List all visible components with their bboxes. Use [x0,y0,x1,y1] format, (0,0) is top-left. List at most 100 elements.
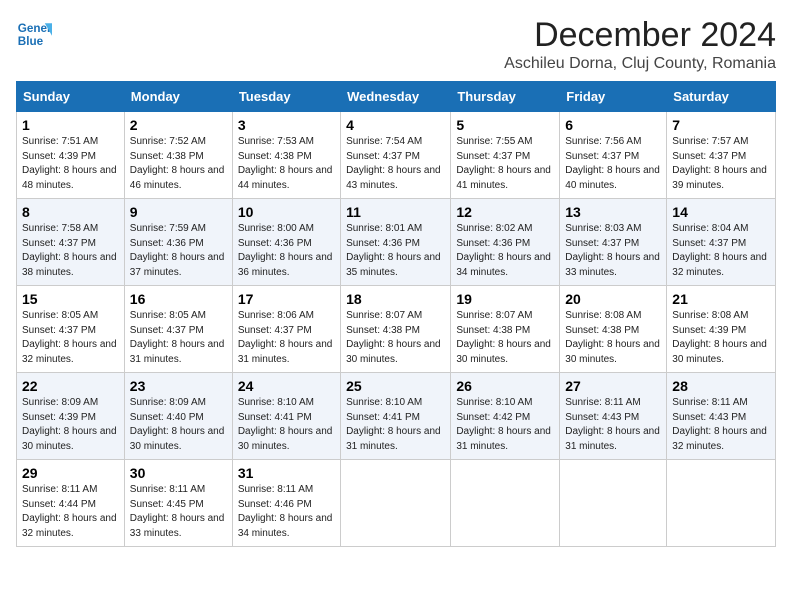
day-number: 22 [22,378,119,394]
day-number: 8 [22,204,119,220]
day-number: 12 [456,204,554,220]
day-number: 19 [456,291,554,307]
weekday-header-saturday: Saturday [667,82,776,112]
day-number: 23 [130,378,227,394]
day-detail: Sunrise: 8:07 AMSunset: 4:38 PMDaylight:… [456,310,551,365]
calendar-cell: 20 Sunrise: 8:08 AMSunset: 4:38 PMDaylig… [560,286,667,373]
day-detail: Sunrise: 7:59 AMSunset: 4:36 PMDaylight:… [130,223,225,278]
month-title: December 2024 [504,16,776,55]
day-number: 21 [672,291,770,307]
day-number: 16 [130,291,227,307]
weekday-header-friday: Friday [560,82,667,112]
calendar-cell: 17 Sunrise: 8:06 AMSunset: 4:37 PMDaylig… [232,286,340,373]
day-number: 11 [346,204,445,220]
day-detail: Sunrise: 7:53 AMSunset: 4:38 PMDaylight:… [238,136,333,191]
calendar-cell: 21 Sunrise: 8:08 AMSunset: 4:39 PMDaylig… [667,286,776,373]
calendar-cell: 11 Sunrise: 8:01 AMSunset: 4:36 PMDaylig… [341,199,451,286]
day-detail: Sunrise: 8:11 AMSunset: 4:44 PMDaylight:… [22,484,117,539]
calendar-cell: 31 Sunrise: 8:11 AMSunset: 4:46 PMDaylig… [232,460,340,547]
day-detail: Sunrise: 7:52 AMSunset: 4:38 PMDaylight:… [130,136,225,191]
day-detail: Sunrise: 8:11 AMSunset: 4:45 PMDaylight:… [130,484,225,539]
day-detail: Sunrise: 8:10 AMSunset: 4:41 PMDaylight:… [238,397,333,452]
day-detail: Sunrise: 8:09 AMSunset: 4:40 PMDaylight:… [130,397,225,452]
location-title: Aschileu Dorna, Cluj County, Romania [504,55,776,73]
day-number: 27 [565,378,661,394]
calendar-cell: 30 Sunrise: 8:11 AMSunset: 4:45 PMDaylig… [124,460,232,547]
day-detail: Sunrise: 8:03 AMSunset: 4:37 PMDaylight:… [565,223,660,278]
calendar-cell: 13 Sunrise: 8:03 AMSunset: 4:37 PMDaylig… [560,199,667,286]
day-detail: Sunrise: 8:01 AMSunset: 4:36 PMDaylight:… [346,223,441,278]
weekday-header-monday: Monday [124,82,232,112]
day-number: 31 [238,465,335,481]
day-detail: Sunrise: 8:11 AMSunset: 4:43 PMDaylight:… [565,397,660,452]
day-detail: Sunrise: 7:58 AMSunset: 4:37 PMDaylight:… [22,223,117,278]
calendar-cell: 5 Sunrise: 7:55 AMSunset: 4:37 PMDayligh… [451,112,560,199]
day-number: 2 [130,117,227,133]
day-detail: Sunrise: 8:08 AMSunset: 4:39 PMDaylight:… [672,310,767,365]
svg-text:Blue: Blue [18,35,44,48]
calendar-cell: 14 Sunrise: 8:04 AMSunset: 4:37 PMDaylig… [667,199,776,286]
title-block: December 2024 Aschileu Dorna, Cluj Count… [504,16,776,73]
day-detail: Sunrise: 8:05 AMSunset: 4:37 PMDaylight:… [130,310,225,365]
day-number: 28 [672,378,770,394]
logo-icon: General Blue [16,16,52,52]
calendar-cell [667,460,776,547]
calendar-cell: 19 Sunrise: 8:07 AMSunset: 4:38 PMDaylig… [451,286,560,373]
calendar-cell: 1 Sunrise: 7:51 AMSunset: 4:39 PMDayligh… [17,112,125,199]
day-number: 29 [22,465,119,481]
calendar-cell: 29 Sunrise: 8:11 AMSunset: 4:44 PMDaylig… [17,460,125,547]
calendar-table: SundayMondayTuesdayWednesdayThursdayFrid… [16,81,776,547]
calendar-cell: 12 Sunrise: 8:02 AMSunset: 4:36 PMDaylig… [451,199,560,286]
day-number: 7 [672,117,770,133]
weekday-header-sunday: Sunday [17,82,125,112]
day-detail: Sunrise: 8:11 AMSunset: 4:46 PMDaylight:… [238,484,333,539]
day-detail: Sunrise: 8:09 AMSunset: 4:39 PMDaylight:… [22,397,117,452]
day-detail: Sunrise: 7:57 AMSunset: 4:37 PMDaylight:… [672,136,767,191]
day-detail: Sunrise: 7:56 AMSunset: 4:37 PMDaylight:… [565,136,660,191]
day-detail: Sunrise: 7:54 AMSunset: 4:37 PMDaylight:… [346,136,441,191]
day-number: 24 [238,378,335,394]
day-detail: Sunrise: 8:06 AMSunset: 4:37 PMDaylight:… [238,310,333,365]
calendar-cell: 23 Sunrise: 8:09 AMSunset: 4:40 PMDaylig… [124,373,232,460]
day-detail: Sunrise: 7:55 AMSunset: 4:37 PMDaylight:… [456,136,551,191]
day-number: 17 [238,291,335,307]
calendar-cell [451,460,560,547]
day-number: 13 [565,204,661,220]
calendar-cell: 7 Sunrise: 7:57 AMSunset: 4:37 PMDayligh… [667,112,776,199]
calendar-cell: 3 Sunrise: 7:53 AMSunset: 4:38 PMDayligh… [232,112,340,199]
day-detail: Sunrise: 8:10 AMSunset: 4:41 PMDaylight:… [346,397,441,452]
day-detail: Sunrise: 8:02 AMSunset: 4:36 PMDaylight:… [456,223,551,278]
calendar-cell: 16 Sunrise: 8:05 AMSunset: 4:37 PMDaylig… [124,286,232,373]
day-number: 1 [22,117,119,133]
day-number: 3 [238,117,335,133]
calendar-cell: 8 Sunrise: 7:58 AMSunset: 4:37 PMDayligh… [17,199,125,286]
weekday-header-thursday: Thursday [451,82,560,112]
calendar-cell: 9 Sunrise: 7:59 AMSunset: 4:36 PMDayligh… [124,199,232,286]
calendar-cell: 2 Sunrise: 7:52 AMSunset: 4:38 PMDayligh… [124,112,232,199]
day-detail: Sunrise: 8:07 AMSunset: 4:38 PMDaylight:… [346,310,441,365]
calendar-cell: 25 Sunrise: 8:10 AMSunset: 4:41 PMDaylig… [341,373,451,460]
weekday-header-wednesday: Wednesday [341,82,451,112]
weekday-header-tuesday: Tuesday [232,82,340,112]
day-number: 25 [346,378,445,394]
day-detail: Sunrise: 8:05 AMSunset: 4:37 PMDaylight:… [22,310,117,365]
day-number: 5 [456,117,554,133]
calendar-cell: 18 Sunrise: 8:07 AMSunset: 4:38 PMDaylig… [341,286,451,373]
calendar-cell: 4 Sunrise: 7:54 AMSunset: 4:37 PMDayligh… [341,112,451,199]
day-detail: Sunrise: 7:51 AMSunset: 4:39 PMDaylight:… [22,136,117,191]
day-number: 15 [22,291,119,307]
day-number: 26 [456,378,554,394]
day-detail: Sunrise: 8:04 AMSunset: 4:37 PMDaylight:… [672,223,767,278]
calendar-cell [341,460,451,547]
calendar-cell: 24 Sunrise: 8:10 AMSunset: 4:41 PMDaylig… [232,373,340,460]
day-number: 4 [346,117,445,133]
day-number: 9 [130,204,227,220]
calendar-cell [560,460,667,547]
calendar-cell: 22 Sunrise: 8:09 AMSunset: 4:39 PMDaylig… [17,373,125,460]
day-detail: Sunrise: 8:10 AMSunset: 4:42 PMDaylight:… [456,397,551,452]
day-number: 18 [346,291,445,307]
calendar-cell: 27 Sunrise: 8:11 AMSunset: 4:43 PMDaylig… [560,373,667,460]
day-number: 20 [565,291,661,307]
day-number: 30 [130,465,227,481]
day-detail: Sunrise: 8:00 AMSunset: 4:36 PMDaylight:… [238,223,333,278]
